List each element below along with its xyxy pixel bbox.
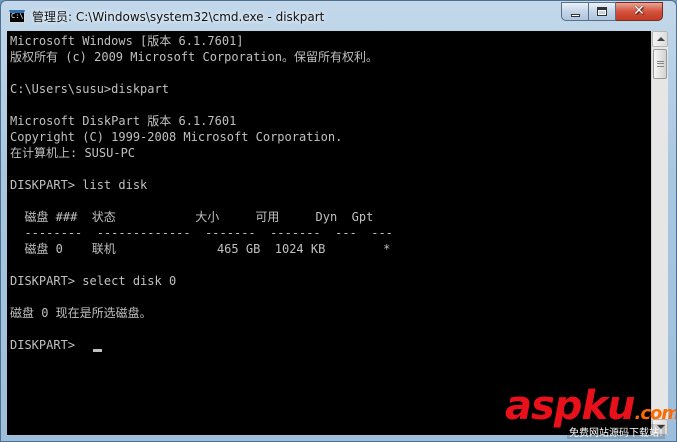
minimize-button[interactable] [561,2,589,21]
minimize-icon [571,14,580,17]
console-line: 磁盘 0 现在是所选磁盘。 [10,306,152,320]
cmd-window: C:\ 管理员: C:\Windows\system32\cmd.exe - d… [0,0,677,442]
console-line: DISKPART> select disk 0 [10,274,177,288]
site-watermark: aspku.com 免费网站源码下载站! [497,384,676,440]
title-bar[interactable]: C:\ 管理员: C:\Windows\system32\cmd.exe - d… [1,1,676,31]
scroll-thumb[interactable] [653,49,667,79]
arrow-up-icon [657,37,665,41]
disk-table-separator: -------- ------------- ------- ------- -… [10,226,393,240]
text-cursor [93,349,102,352]
console-line: Microsoft DiskPart 版本 6.1.7601 [10,114,237,128]
console-line: C:\Users\susu>diskpart [10,82,169,96]
maximize-button[interactable] [589,2,616,21]
console-output[interactable]: Microsoft Windows [版本 6.1.7601] 版权所有 (c)… [7,31,651,435]
vertical-scrollbar[interactable] [651,31,668,435]
cmd-console-icon[interactable]: C:\ [9,10,25,23]
console-line: 版权所有 (c) 2009 Microsoft Corporation。保留所有… [10,50,378,64]
window-title: 管理员: C:\Windows\system32\cmd.exe - diskp… [32,10,325,24]
close-icon: ✕ [633,3,645,19]
console-line: Microsoft Windows [版本 6.1.7601] [10,34,244,48]
disk-table-header: 磁盘 ### 状态 大小 可用 Dyn Gpt [10,210,374,224]
console-line: 在计算机上: SUSU-PC [10,146,136,160]
grip-icon [657,61,664,67]
scroll-up-button[interactable] [652,31,668,47]
console-line: DISKPART> list disk [10,178,148,192]
maximize-icon [597,7,607,16]
watermark-subtitle: 免费网站源码下载站! [567,424,666,439]
command-prompt[interactable]: DISKPART> [10,337,82,353]
close-button[interactable]: ✕ [616,2,663,21]
console-line: Copyright (C) 1999-2008 Microsoft Corpor… [10,130,343,144]
disk-table-row: 磁盘 0 联机 465 GB 1024 KB * [10,242,391,256]
